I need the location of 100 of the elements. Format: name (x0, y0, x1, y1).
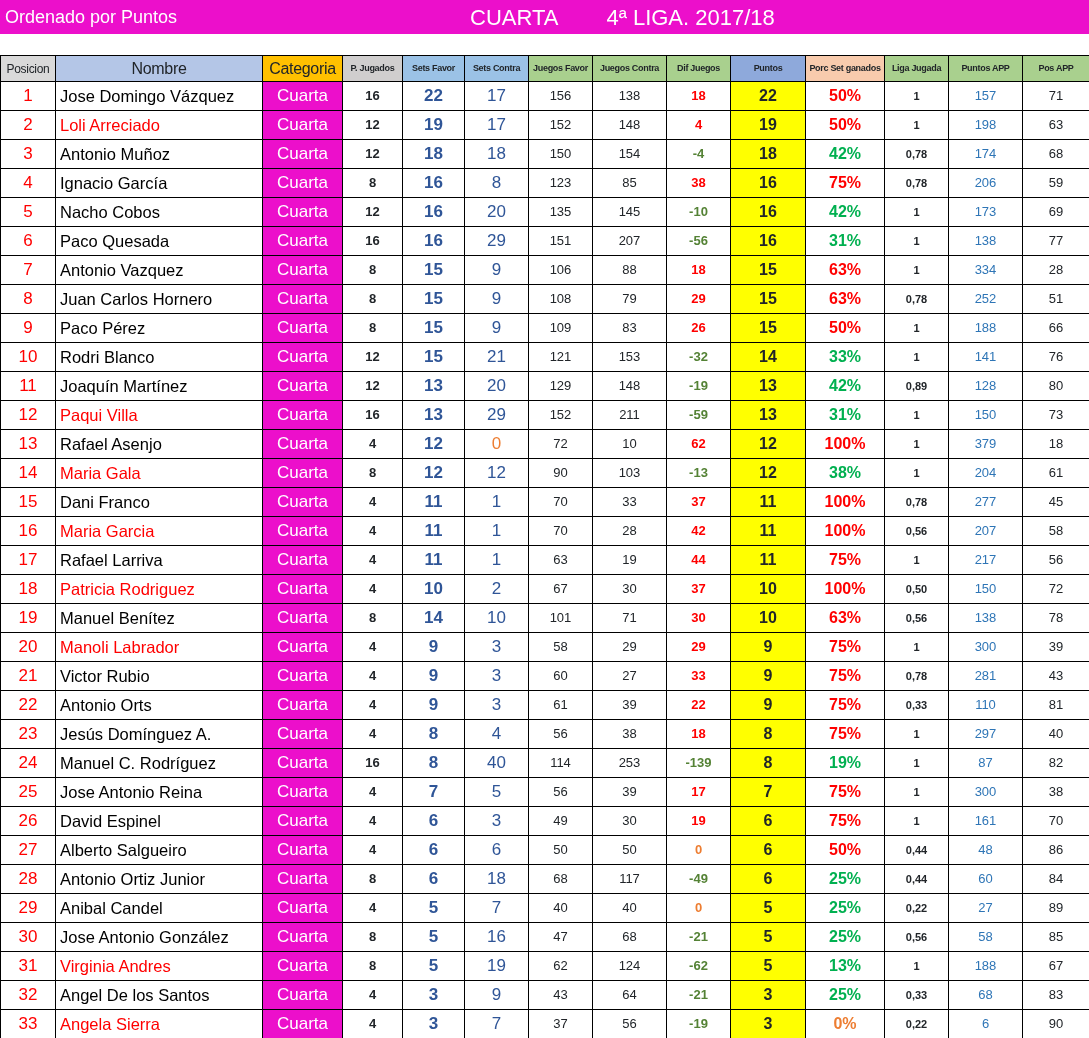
table-cell: Cuarta (262, 139, 343, 169)
column-header: Sets Contra (464, 55, 529, 82)
table-cell: 42% (805, 197, 885, 227)
table-cell: 5 (730, 951, 806, 981)
table-cell: 1 (884, 313, 949, 343)
table-cell: 5 (402, 922, 465, 952)
table-cell: 0,33 (884, 690, 949, 720)
column-header: Pos APP (1022, 55, 1089, 82)
table-cell: 6 (402, 806, 465, 836)
table-cell: 16 (402, 197, 465, 227)
table-cell: 18 (464, 864, 529, 894)
table-cell: Cuarta (262, 458, 343, 488)
table-cell: 20 (0, 632, 56, 662)
table-cell: 0,89 (884, 371, 949, 401)
table-cell: 0,78 (884, 487, 949, 517)
table-cell: 8 (342, 864, 403, 894)
table-cell: 15 (402, 284, 465, 314)
table-cell: Loli Arreciado (55, 110, 263, 140)
table-cell: 22 (402, 81, 465, 111)
table-cell: Ignacio García (55, 168, 263, 198)
table-cell: 1 (884, 748, 949, 778)
table-cell: 4 (342, 719, 403, 749)
table-cell: 1 (0, 81, 56, 111)
table-cell: 75% (805, 690, 885, 720)
table-cell: Cuarta (262, 748, 343, 778)
table-cell: 58 (528, 632, 593, 662)
table-cell: 16 (402, 168, 465, 198)
table-cell: 16 (402, 226, 465, 256)
table-cell: 38 (592, 719, 667, 749)
column-header: Categoria (262, 55, 343, 82)
table-cell: 12 (342, 371, 403, 401)
table-cell: 4 (342, 545, 403, 575)
table-cell: 0,44 (884, 835, 949, 865)
table-cell: 3 (464, 632, 529, 662)
table-cell: Cuarta (262, 864, 343, 894)
table-cell: 5 (0, 197, 56, 227)
table-cell: 100% (805, 429, 885, 459)
table-cell: Paco Quesada (55, 226, 263, 256)
table-cell: 4 (342, 661, 403, 691)
table-cell: 1 (884, 719, 949, 749)
table-cell: Juan Carlos Hornero (55, 284, 263, 314)
table-cell: 150 (948, 574, 1023, 604)
table-cell: 42 (666, 516, 731, 546)
table-cell: 17 (666, 777, 731, 807)
table-cell: -4 (666, 139, 731, 169)
column-header: Dif Juegos (666, 55, 731, 82)
table-cell: Angel De los Santos (55, 980, 263, 1010)
table-cell: Virginia Andres (55, 951, 263, 981)
column-header: Porc Set ganados (805, 55, 885, 82)
table-cell: 64 (592, 980, 667, 1010)
table-cell: 68 (592, 922, 667, 952)
table-cell: 16 (730, 197, 806, 227)
table-cell: 25 (0, 777, 56, 807)
table-cell: Alberto Salgueiro (55, 835, 263, 865)
table-cell: 12 (402, 429, 465, 459)
table-cell: 19 (0, 603, 56, 633)
table-cell: 29 (464, 400, 529, 430)
table-cell: 13 (730, 400, 806, 430)
table-cell: 16 (342, 748, 403, 778)
table-cell: 10 (730, 574, 806, 604)
table-cell: 24 (0, 748, 56, 778)
table-cell: Paco Pérez (55, 313, 263, 343)
table-cell: 8 (342, 922, 403, 952)
table-cell: 0,78 (884, 284, 949, 314)
table-cell: 75% (805, 719, 885, 749)
table-cell: 17 (464, 110, 529, 140)
table-cell: 63 (528, 545, 593, 575)
table-cell: 8 (342, 255, 403, 285)
table-cell: 6 (402, 864, 465, 894)
table-cell: 8 (402, 719, 465, 749)
table-cell: 0,50 (884, 574, 949, 604)
table-cell: Nacho Cobos (55, 197, 263, 227)
table-cell: Cuarta (262, 951, 343, 981)
table-cell: 23 (0, 719, 56, 749)
table-cell: 100% (805, 574, 885, 604)
table-cell: 4 (342, 429, 403, 459)
table-cell: 18 (666, 719, 731, 749)
table-cell: Cuarta (262, 777, 343, 807)
table-cell: 0 (464, 429, 529, 459)
table-cell: -21 (666, 980, 731, 1010)
table-cell: 16 (0, 516, 56, 546)
table-cell: Victor Rubio (55, 661, 263, 691)
table-cell: 252 (948, 284, 1023, 314)
table-cell: 188 (948, 951, 1023, 981)
table-cell: 31% (805, 400, 885, 430)
table-cell: Manuel C. Rodríguez (55, 748, 263, 778)
table-cell: -19 (666, 371, 731, 401)
table-cell: 6 (0, 226, 56, 256)
table-cell: 10 (0, 342, 56, 372)
table-cell: Cuarta (262, 110, 343, 140)
table-cell: 103 (592, 458, 667, 488)
table-cell: 15 (730, 313, 806, 343)
table-cell: 9 (0, 313, 56, 343)
table-cell: 31 (0, 951, 56, 981)
table-cell: 22 (0, 690, 56, 720)
table-cell: 12 (342, 342, 403, 372)
table-cell: 5 (730, 922, 806, 952)
table-cell: 5 (402, 951, 465, 981)
table-cell: 1 (884, 951, 949, 981)
table-cell: 26 (0, 806, 56, 836)
